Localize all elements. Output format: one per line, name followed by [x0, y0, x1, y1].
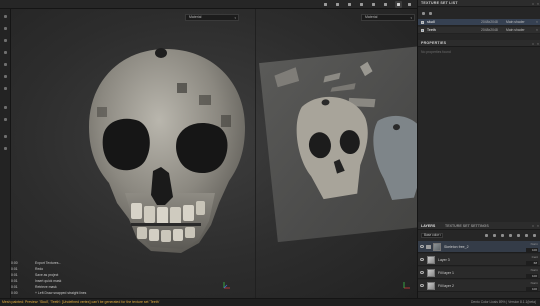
screenshot-icon[interactable] [322, 1, 329, 8]
texture-set-checkbox[interactable] [421, 21, 424, 24]
properties-header: PROPERTIES □ × [418, 40, 540, 47]
layer-row[interactable]: Fill layer 2 Norm 100 [418, 280, 540, 292]
geometry-mask-icon[interactable] [2, 49, 9, 56]
grid-icon[interactable] [370, 1, 377, 8]
axis-gizmo-left [223, 282, 230, 289]
uv-texture-sheet[interactable] [259, 45, 417, 243]
camera-icon[interactable] [346, 1, 353, 8]
right-viewport-mode-select[interactable]: Material ▾ [361, 14, 415, 21]
duplicate-layer-icon[interactable] [524, 233, 529, 238]
status-version-text: Dento Color Liusis 89% | Version 8.1.1(b… [471, 300, 536, 304]
close-icon[interactable]: × [537, 42, 539, 46]
polygon-fill-icon[interactable] [2, 104, 9, 111]
add-fill-layer-icon[interactable] [508, 233, 513, 238]
texture-set-row[interactable]: Teeth 2048x2048 Main shader × [418, 27, 540, 34]
texture-set-toolbar [418, 9, 540, 17]
close-icon[interactable]: × [537, 2, 539, 6]
remove-icon[interactable]: × [536, 19, 538, 26]
properties-title: PROPERTIES [421, 41, 447, 46]
status-bar: Mesh painted: Preview: 'Skull', 'Teeth':… [0, 298, 540, 306]
add-paint-layer-icon[interactable] [500, 233, 505, 238]
left-viewport-mode-label: Material [189, 15, 202, 19]
add-folder-icon[interactable] [516, 233, 521, 238]
settings-icon[interactable] [2, 145, 9, 152]
remove-icon[interactable]: × [536, 27, 538, 34]
viewport[interactable]: Material ▾ Material ▾ 0:00 Export Textur… [11, 9, 417, 298]
bake-icon[interactable] [2, 116, 9, 123]
texture-set-list-header: TEXTURE SET LIST □ × [418, 0, 540, 7]
properties-empty-text: No properties found [421, 50, 451, 54]
chevron-down-icon: ▾ [234, 16, 236, 20]
material-picker-icon[interactable] [2, 85, 9, 92]
folder-icon [426, 245, 431, 249]
visibility-eye-icon[interactable] [420, 245, 424, 248]
layers-tab-bar: LAYERS TEXTURE SET SETTINGS □ × [418, 222, 540, 230]
texture-set-row[interactable]: skull 2048x2048 Main shader × [418, 19, 540, 26]
right-viewport-mode-label: Material [365, 15, 378, 19]
close-icon[interactable]: × [537, 224, 539, 228]
tool-sidebar [0, 9, 11, 298]
chevron-down-icon: ▾ [439, 233, 441, 237]
visibility-eye-icon[interactable] [420, 271, 424, 274]
maximize-icon[interactable]: □ [532, 224, 534, 228]
clone-icon[interactable] [2, 73, 9, 80]
status-warning-text: Mesh painted: Preview: 'Skull', 'Teeth':… [2, 300, 160, 304]
chevron-down-icon: ▾ [410, 16, 412, 20]
left-viewport-mode-select[interactable]: Material ▾ [185, 14, 239, 21]
settings-icon[interactable] [421, 11, 426, 16]
maximize-icon[interactable]: □ [532, 42, 534, 46]
layer-row[interactable]: Layer 3 Cent 68 [418, 254, 540, 266]
layer-row[interactable]: Skeleton free_2 Norm 100 [418, 241, 540, 253]
projection-icon[interactable] [2, 37, 9, 44]
layer-thumbnail [427, 282, 435, 290]
light-icon[interactable] [358, 1, 365, 8]
paint-brush-icon[interactable] [2, 13, 9, 20]
texture-set-checkbox[interactable] [421, 29, 424, 32]
link-icon[interactable] [428, 11, 433, 16]
texture-set-list-title: TEXTURE SET LIST [421, 1, 458, 6]
uv-islands [274, 61, 417, 200]
layer-thumbnail [433, 243, 441, 251]
add-effect-icon[interactable] [484, 233, 489, 238]
uv-view-icon[interactable] [406, 1, 413, 8]
right-dock: TEXTURE SET LIST □ × skull 2048x2048 Mai… [417, 0, 540, 298]
split-view-icon[interactable] [395, 1, 402, 8]
skull-3d-model[interactable] [81, 43, 251, 259]
axis-gizmo-right [403, 282, 410, 289]
maximize-icon[interactable]: □ [532, 2, 534, 6]
display-icon[interactable] [334, 1, 341, 8]
delete-layer-icon[interactable] [532, 233, 537, 238]
material-view-icon[interactable] [382, 1, 389, 8]
history-log: 0:00 Export Textures... 0:01 Redo 0:01 S… [11, 260, 171, 296]
visibility-eye-icon[interactable] [420, 284, 424, 287]
visibility-eye-icon[interactable] [420, 258, 424, 261]
shelf-icon[interactable] [2, 133, 9, 140]
log-entry: 0:00 + Left Draw snapped straight lines [11, 291, 87, 295]
layer-thumbnail [427, 256, 435, 264]
layer-row[interactable]: Fill layer 1 Norm 100 [418, 267, 540, 279]
channel-select[interactable]: Base color ▾ [421, 233, 443, 238]
smudge-icon[interactable] [2, 61, 9, 68]
layer-toolbar: Base color ▾ [418, 231, 540, 240]
eraser-icon[interactable] [2, 25, 9, 32]
add-mask-icon[interactable] [492, 233, 497, 238]
viewport-divider[interactable] [255, 9, 256, 298]
layer-thumbnail [427, 269, 435, 277]
